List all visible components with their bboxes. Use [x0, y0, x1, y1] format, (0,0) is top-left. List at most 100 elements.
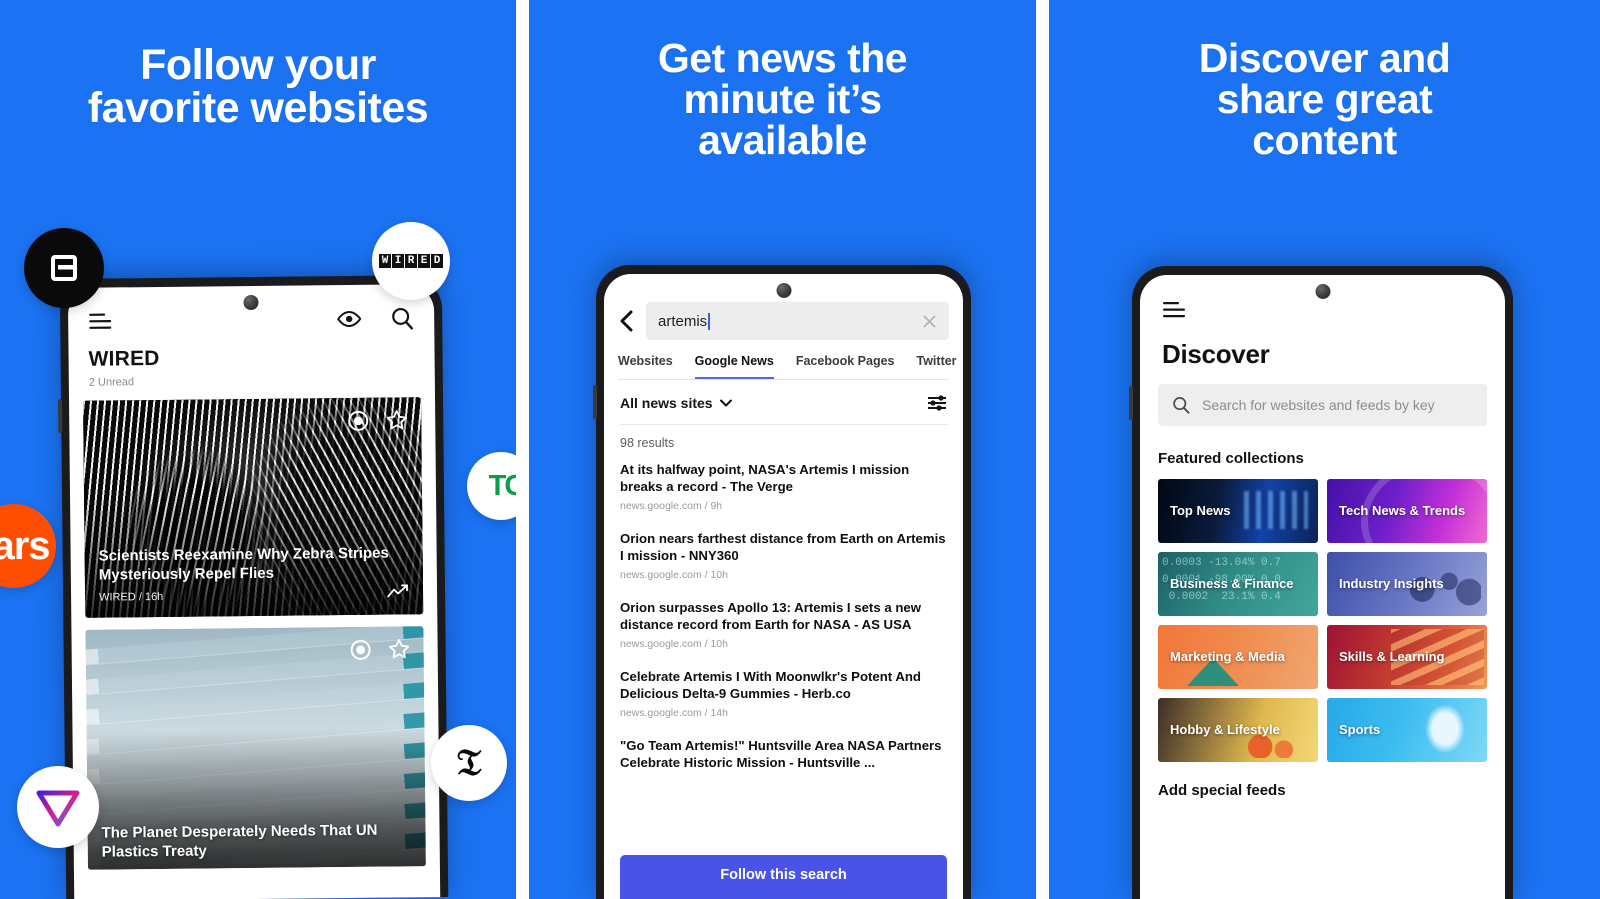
source-bubble-techcrunch[interactable]: TC: [467, 452, 516, 520]
collection-tile-tech-news-trends[interactable]: Tech News & Trends: [1327, 479, 1487, 543]
collection-label: Business & Finance: [1170, 576, 1294, 592]
result-meta: news.google.com / 10h: [620, 569, 728, 581]
headline-line-1: Get news the: [657, 35, 908, 81]
search-result-item[interactable]: Orion surpasses Apollo 13: Artemis I set…: [604, 581, 963, 650]
chevron-down-icon: [719, 399, 732, 407]
tab-google-news[interactable]: Google News: [694, 354, 774, 379]
promo-panel-discover: Discover and share great content Discove…: [1049, 0, 1600, 899]
source-bubble-ars-technica[interactable]: ars: [0, 504, 56, 588]
unread-circle-icon[interactable]: [350, 638, 372, 660]
collection-tile-skills-learning[interactable]: Skills & Learning: [1327, 625, 1487, 689]
discover-search-input[interactable]: Search for websites and feeds by key: [1158, 384, 1487, 426]
headline-line-2: share great: [1216, 76, 1433, 122]
headline-line-1: Discover and: [1198, 35, 1451, 81]
feed-title: WIRED: [88, 346, 160, 371]
collection-label: Hobby & Lifestyle: [1170, 722, 1280, 738]
card-text: Scientists Reexamine Why Zebra Stripes M…: [99, 545, 410, 604]
panel-divider: [1036, 0, 1049, 899]
collection-tile-business-finance[interactable]: Business & Finance: [1158, 552, 1318, 616]
star-outline-icon[interactable]: [388, 637, 411, 660]
result-title: "Go Team Artemis!" Huntsville Area NASA …: [620, 738, 942, 770]
collection-label: Tech News & Trends: [1339, 503, 1466, 519]
source-bubble-new-york-times[interactable]: 𝔗: [431, 725, 507, 801]
front-camera: [1315, 284, 1330, 299]
search-result-item[interactable]: Orion nears farthest distance from Earth…: [604, 512, 963, 581]
text-caret: [708, 312, 711, 330]
search-icon[interactable]: [390, 306, 414, 330]
results-count: 98 results: [620, 436, 675, 450]
collection-label: Marketing & Media: [1170, 649, 1285, 665]
headline-line-3: available: [698, 117, 867, 163]
collection-label: Top News: [1170, 503, 1231, 519]
article-title: The Planet Desperately Needs That UN Pla…: [101, 822, 378, 861]
search-input[interactable]: artemis: [646, 302, 949, 340]
add-special-feeds-heading: Add special feeds: [1158, 782, 1286, 799]
headline-line-2: favorite websites: [87, 84, 429, 132]
featured-collections-grid: Top News Tech News & Trends Business & F…: [1140, 467, 1505, 762]
back-arrow-icon[interactable]: [618, 310, 636, 332]
phone-mockup-discover: Discover Search for websites and feeds b…: [1129, 266, 1513, 899]
hamburger-icon[interactable]: [1162, 301, 1483, 319]
tune-icon[interactable]: [927, 394, 947, 412]
phone-screen-search: artemis Websites Google News Facebook Pa…: [604, 274, 963, 899]
result-title: Orion surpasses Apollo 13: Artemis I set…: [620, 600, 921, 632]
search-icon: [1172, 396, 1190, 414]
panel-1-headline: Follow your favorite websites: [0, 44, 516, 130]
discover-search-placeholder: Search for websites and feeds by key: [1202, 397, 1435, 413]
phone-mockup-search: artemis Websites Google News Facebook Pa…: [593, 265, 971, 899]
result-title: Celebrate Artemis I With Moonwlkr's Pote…: [620, 669, 921, 701]
source-bubble-engadget[interactable]: [24, 228, 104, 308]
hamburger-icon[interactable]: [88, 312, 112, 330]
unread-circle-icon[interactable]: [347, 409, 369, 431]
headline-line-1: Follow your: [140, 41, 376, 89]
result-meta: news.google.com / 10h: [620, 638, 728, 650]
front-camera: [776, 283, 791, 298]
star-outline-icon[interactable]: [385, 408, 408, 431]
source-bubble-the-verge[interactable]: [17, 766, 99, 848]
collection-tile-hobby-lifestyle[interactable]: Hobby & Lifestyle: [1158, 698, 1318, 762]
news-site-filter[interactable]: All news sites: [620, 395, 732, 411]
collection-label: Sports: [1339, 722, 1381, 738]
page-title: Discover: [1162, 339, 1270, 369]
search-input-value: artemis: [658, 312, 708, 330]
collection-label: Industry Insights: [1339, 576, 1444, 592]
collection-tile-industry-insights[interactable]: Industry Insights: [1327, 552, 1487, 616]
phone-mockup-feed: WIRED 2 Unread Scientists Reexamine Why …: [59, 275, 449, 899]
card-actions: [347, 408, 408, 432]
result-meta: news.google.com / 14h: [620, 707, 728, 719]
article-title: Scientists Reexamine Why Zebra Stripes M…: [98, 544, 389, 584]
tab-facebook-pages[interactable]: Facebook Pages: [796, 354, 895, 379]
featured-collections-heading: Featured collections: [1158, 450, 1304, 467]
filter-row: All news sites: [604, 380, 963, 424]
trending-up-icon: [387, 584, 409, 598]
promo-panel-follow: Follow your favorite websites WIRED 2 Un…: [0, 0, 516, 899]
filter-label: All news sites: [620, 395, 713, 411]
promo-panel-search: Get news the minute it’s available artem…: [529, 0, 1036, 899]
phone-screen-feed: WIRED 2 Unread Scientists Reexamine Why …: [67, 284, 441, 899]
article-card[interactable]: The Planet Desperately Needs That UN Pla…: [85, 626, 426, 870]
collection-tile-marketing-media[interactable]: Marketing & Media: [1158, 625, 1318, 689]
card-text: The Planet Desperately Needs That UN Pla…: [101, 822, 411, 862]
panel-divider: [516, 0, 529, 899]
tab-websites[interactable]: Websites: [618, 354, 673, 379]
collection-tile-top-news[interactable]: Top News: [1158, 479, 1318, 543]
front-camera: [243, 294, 259, 311]
source-bubble-wired[interactable]: WIRED: [372, 222, 450, 300]
eye-icon[interactable]: [336, 310, 362, 328]
panel-2-headline: Get news the minute it’s available: [529, 38, 1036, 161]
search-result-item[interactable]: Celebrate Artemis I With Moonwlkr's Pote…: [604, 650, 963, 719]
search-result-item[interactable]: "Go Team Artemis!" Huntsville Area NASA …: [604, 719, 963, 771]
card-actions: [350, 637, 411, 661]
result-meta: news.google.com / 9h: [620, 500, 723, 512]
close-icon[interactable]: [922, 314, 937, 329]
collection-label: Skills & Learning: [1339, 649, 1445, 665]
result-title: At its halfway point, NASA's Artemis I m…: [620, 462, 910, 494]
follow-this-search-button[interactable]: Follow this search: [620, 855, 947, 899]
result-title: Orion nears farthest distance from Earth…: [620, 531, 946, 563]
article-card[interactable]: Scientists Reexamine Why Zebra Stripes M…: [83, 397, 424, 618]
tab-twitter[interactable]: Twitter: [917, 354, 957, 379]
search-result-item[interactable]: At its halfway point, NASA's Artemis I m…: [604, 454, 963, 512]
screenshot-root: Follow your favorite websites WIRED 2 Un…: [0, 0, 1600, 899]
collection-tile-sports[interactable]: Sports: [1327, 698, 1487, 762]
search-source-tabs: Websites Google News Facebook Pages Twit…: [604, 340, 963, 379]
